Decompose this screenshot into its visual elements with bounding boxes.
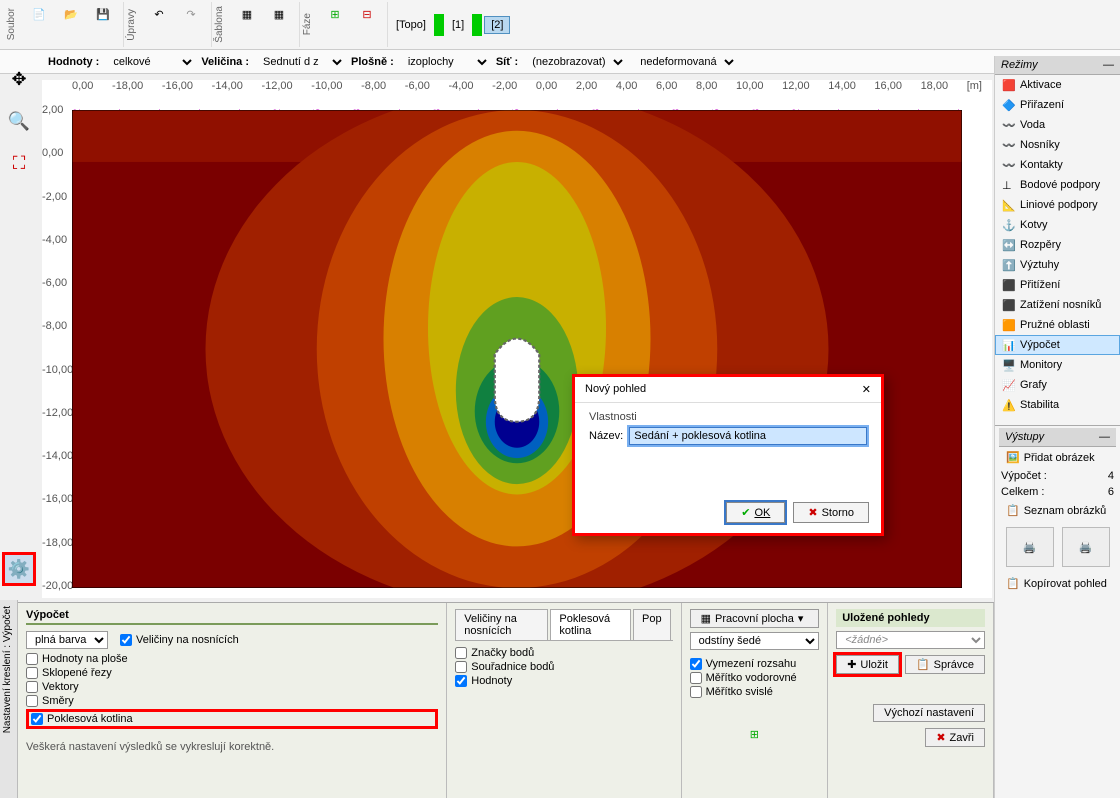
mode-kontakty[interactable]: 〰️Kontakty bbox=[995, 155, 1120, 175]
phase-mark-icon bbox=[434, 14, 444, 36]
dialog-title: Nový pohled bbox=[585, 383, 646, 396]
vypocet-panel: Výpočet plná barva Veličiny na nosnících… bbox=[18, 603, 447, 798]
add-phase-button[interactable]: ⊞ bbox=[320, 5, 350, 45]
cancel-button[interactable]: ✖Storno bbox=[793, 502, 869, 523]
print-button[interactable]: 🖨️ bbox=[1006, 527, 1054, 567]
phase-1[interactable]: [1] bbox=[446, 17, 470, 33]
minimize-icon[interactable]: — bbox=[1099, 431, 1110, 443]
shade-select[interactable]: odstíny šedé bbox=[690, 632, 820, 650]
undo-button[interactable]: ↶ bbox=[144, 5, 174, 45]
saved-views-panel: Uložené pohledy <žádné> ✚ Uložit 📋 Správ… bbox=[828, 603, 994, 798]
saved-views-header: Uložené pohledy bbox=[836, 609, 985, 627]
chk-4[interactable]: Poklesová kotlina bbox=[26, 709, 438, 729]
new-file-button[interactable]: 📄 bbox=[24, 5, 54, 45]
group-label: Úpravy bbox=[124, 9, 139, 41]
save-file-button[interactable]: 💾 bbox=[88, 5, 118, 45]
opt-label: Veličina : bbox=[201, 56, 249, 68]
plus-icon[interactable]: ⊞ bbox=[690, 728, 820, 741]
mesh-select[interactable]: (nezobrazovat) bbox=[524, 54, 626, 70]
status-note: Veškerá nastavení výsledků se vykreslují… bbox=[26, 741, 438, 753]
new-view-dialog: Nový pohled ✕ Vlastnosti Název: ✔OK ✖Sto… bbox=[572, 374, 884, 536]
chk-3[interactable]: Směry bbox=[26, 695, 438, 707]
modes-header: Režimy— bbox=[995, 56, 1120, 75]
tab-1[interactable]: Poklesová kotlina bbox=[550, 609, 631, 640]
mode-kotvy[interactable]: ⚓Kotvy bbox=[995, 215, 1120, 235]
mode-voda[interactable]: 〰️Voda bbox=[995, 115, 1120, 135]
tabs-panel: Veličiny na nosnícíchPoklesová kotlinaPo… bbox=[447, 603, 681, 798]
print-all-button[interactable]: 🖨️ bbox=[1062, 527, 1110, 567]
fill-select[interactable]: plná barva bbox=[26, 631, 108, 649]
phase-topo[interactable]: [Topo] bbox=[390, 17, 432, 33]
left-tools: ✥ 🔍 ⛶ bbox=[2, 56, 40, 180]
values-select[interactable]: celkové bbox=[105, 54, 195, 70]
opt-label: Plošně : bbox=[351, 56, 394, 68]
close-button[interactable]: ✖ Zavři bbox=[925, 728, 985, 747]
chk-nosniky[interactable]: Veličiny na nosnících bbox=[120, 634, 239, 646]
mode-pružné oblasti[interactable]: 🟧Pružné oblasti bbox=[995, 315, 1120, 335]
phase-2[interactable]: [2] bbox=[484, 16, 510, 34]
copy-view-button[interactable]: 📋 Kopírovat pohled bbox=[999, 573, 1116, 594]
name-label: Název: bbox=[589, 430, 623, 442]
vertical-ruler: 2,000,00-2,00-4,00-6,00-8,00-10,00-12,00… bbox=[42, 98, 62, 598]
close-icon[interactable]: ✕ bbox=[862, 383, 871, 396]
view-name-input[interactable] bbox=[629, 427, 867, 445]
redo-button[interactable]: ↷ bbox=[176, 5, 206, 45]
template1-button[interactable]: ▦ bbox=[232, 5, 262, 45]
mode-rozpěry[interactable]: ↔️Rozpěry bbox=[995, 235, 1120, 255]
bottom-panels: Výpočet plná barva Veličiny na nosnících… bbox=[18, 602, 994, 798]
fit-tool[interactable]: ⛶ bbox=[2, 146, 36, 180]
workspace-select[interactable]: ▦ Pracovní plocha ▾ bbox=[690, 609, 820, 628]
mode-nosníky[interactable]: 〰️Nosníky bbox=[995, 135, 1120, 155]
settings-gear-button[interactable]: ⚙️ bbox=[2, 552, 36, 586]
mode-výpočet[interactable]: 📊Výpočet bbox=[995, 335, 1120, 355]
mode-bodové podpory[interactable]: ⊥Bodové podpory bbox=[995, 175, 1120, 195]
mode-stabilita[interactable]: ⚠️Stabilita bbox=[995, 395, 1120, 415]
chk-2[interactable]: Vektory bbox=[26, 681, 438, 693]
group-label: Soubor bbox=[4, 8, 19, 40]
tab-2[interactable]: Pop bbox=[633, 609, 671, 640]
surface-select[interactable]: izoplochy bbox=[400, 54, 490, 70]
minimize-icon[interactable]: — bbox=[1103, 59, 1114, 71]
save-view-button[interactable]: ✚ Uložit bbox=[836, 655, 899, 674]
phase-mark-icon bbox=[472, 14, 482, 36]
defaults-button[interactable]: Výchozí nastavení bbox=[873, 704, 985, 722]
mode-aktivace[interactable]: 🟥Aktivace bbox=[995, 75, 1120, 95]
quantity-select[interactable]: Sednutí d z bbox=[255, 54, 345, 70]
chk-0[interactable]: Hodnoty na ploše bbox=[26, 653, 438, 665]
saved-views-select[interactable]: <žádné> bbox=[836, 631, 985, 649]
chk-1[interactable]: Sklopené řezy bbox=[26, 667, 438, 679]
opt-label: Síť : bbox=[496, 56, 518, 68]
panel-title: Výpočet bbox=[26, 609, 438, 625]
options-bar: Hodnoty : celkové Veličina : Sednutí d z… bbox=[0, 50, 1120, 74]
side-tab[interactable]: Nastavení kreslení : Výpočet bbox=[0, 600, 18, 798]
mode-liniové podpory[interactable]: 📐Liniové podpory bbox=[995, 195, 1120, 215]
remove-phase-button[interactable]: ⊟ bbox=[352, 5, 382, 45]
outputs-header: Výstupy bbox=[1005, 431, 1044, 443]
ok-button[interactable]: ✔OK bbox=[726, 502, 785, 523]
add-image-button[interactable]: 🖼️ Přidat obrázek bbox=[999, 447, 1116, 468]
dialog-section-label: Vlastnosti bbox=[589, 411, 867, 423]
horizontal-ruler: 0,00-18,00-16,00-14,00-12,00-10,00-8,00-… bbox=[62, 80, 992, 98]
mode-přiřazení[interactable]: 🔷Přiřazení bbox=[995, 95, 1120, 115]
group-label: Šablona bbox=[212, 6, 227, 43]
mode-monitory[interactable]: 🖥️Monitory bbox=[995, 355, 1120, 375]
deform-select[interactable]: nedeformovaná bbox=[632, 54, 737, 70]
tab-0[interactable]: Veličiny na nosnících bbox=[455, 609, 548, 640]
mode-zatížení nosníků[interactable]: ⬛Zatížení nosníků bbox=[995, 295, 1120, 315]
workspace-panel: ▦ Pracovní plocha ▾ odstíny šedé Vymezen… bbox=[682, 603, 829, 798]
open-file-button[interactable]: 📂 bbox=[56, 5, 86, 45]
mode-grafy[interactable]: 📈Grafy bbox=[995, 375, 1120, 395]
main-toolbar: Soubor 📄 📂 💾 Úpravy ↶ ↷ Šablona ▦ ▦ Fáze… bbox=[0, 0, 1120, 50]
mode-přitížení[interactable]: ⬛Přitížení bbox=[995, 275, 1120, 295]
zoom-tool[interactable]: 🔍 bbox=[2, 104, 36, 138]
mode-výztuhy[interactable]: ⬆️Výztuhy bbox=[995, 255, 1120, 275]
image-list-button[interactable]: 📋 Seznam obrázků bbox=[999, 500, 1116, 521]
manager-button[interactable]: 📋 Správce bbox=[905, 655, 985, 674]
move-tool[interactable]: ✥ bbox=[2, 62, 36, 96]
template2-button[interactable]: ▦ bbox=[264, 5, 294, 45]
group-label: Fáze bbox=[300, 13, 315, 35]
modes-panel: Režimy— 🟥Aktivace🔷Přiřazení〰️Voda〰️Nosní… bbox=[994, 56, 1120, 798]
opt-label: Hodnoty : bbox=[48, 56, 99, 68]
